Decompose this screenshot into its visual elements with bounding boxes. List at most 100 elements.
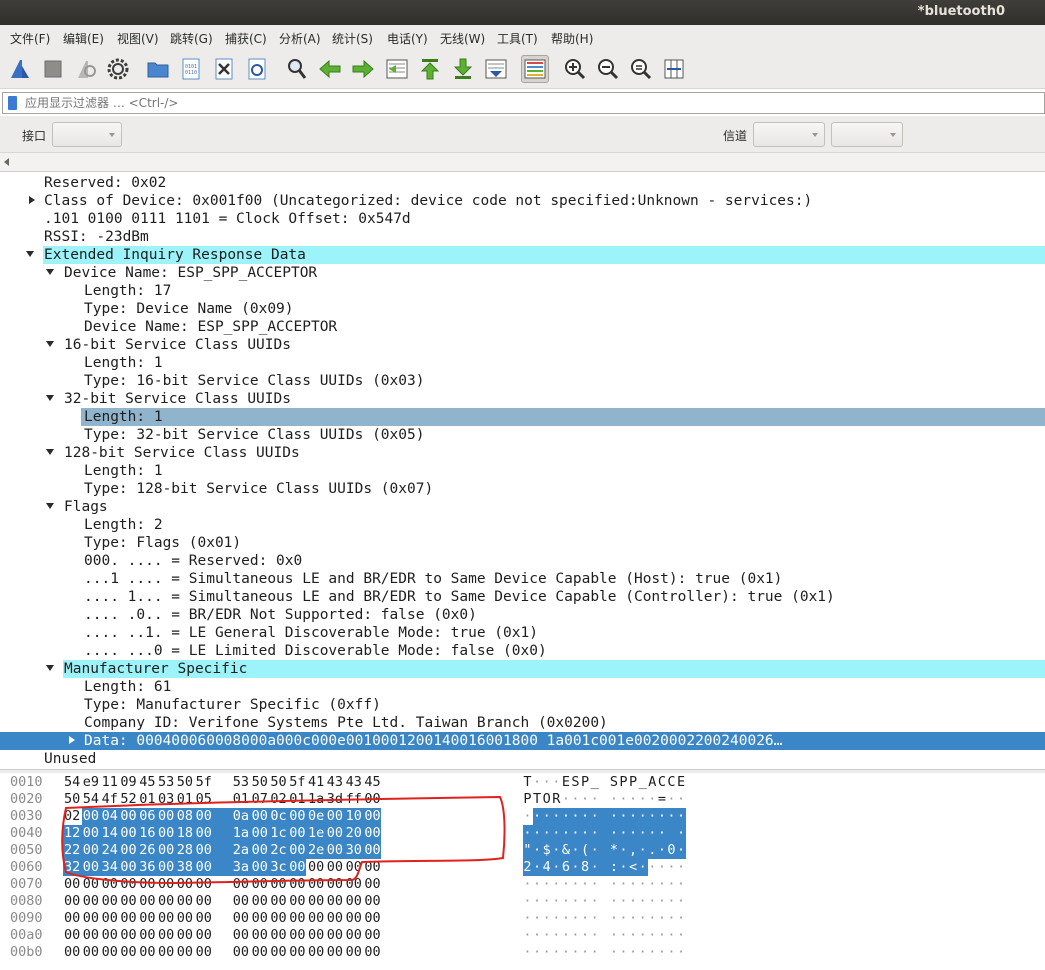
- menu-item[interactable]: 跳转(G): [170, 30, 213, 47]
- hex-byte[interactable]: 16: [139, 825, 157, 842]
- hex-byte[interactable]: 3a: [233, 859, 251, 876]
- ascii-char[interactable]: ·: [542, 944, 551, 961]
- hex-byte[interactable]: 00: [289, 944, 307, 961]
- hex-byte[interactable]: 00: [346, 876, 364, 893]
- hex-byte[interactable]: 53: [233, 774, 251, 791]
- ascii-char[interactable]: ·: [677, 859, 686, 876]
- tree-row[interactable]: Length: 1: [0, 354, 1045, 372]
- ascii-char[interactable]: ·: [561, 808, 570, 825]
- hex-byte[interactable]: 00: [327, 944, 345, 961]
- menu-item[interactable]: 统计(S): [332, 30, 373, 47]
- ascii-char[interactable]: ·: [629, 910, 638, 927]
- hex-byte[interactable]: 12: [64, 825, 82, 842]
- ascii-char[interactable]: ·: [629, 893, 638, 910]
- hex-byte[interactable]: 00: [308, 927, 326, 944]
- ascii-char[interactable]: ·: [667, 944, 676, 961]
- menu-item[interactable]: 分析(A): [279, 30, 321, 47]
- ascii-char[interactable]: P: [523, 791, 532, 808]
- ascii-char[interactable]: ·: [523, 910, 532, 927]
- ascii-char[interactable]: *: [609, 842, 618, 859]
- hex-row[interactable]: 0020 50 54 4f 52 01 03 01 05 01 07 02 01 1a 3d ff 00 P T O R…: [0, 791, 1045, 808]
- expanded-triangle-icon[interactable]: [46, 665, 54, 671]
- hex-byte[interactable]: 0a: [233, 808, 251, 825]
- hex-byte[interactable]: 00: [64, 927, 82, 944]
- hex-byte[interactable]: 00: [346, 859, 364, 876]
- hex-byte[interactable]: 2e: [308, 842, 326, 859]
- ascii-char[interactable]: ·: [619, 927, 628, 944]
- ascii-char[interactable]: 4: [542, 859, 551, 876]
- ascii-char[interactable]: ·: [590, 842, 599, 859]
- ascii-char[interactable]: ·: [523, 876, 532, 893]
- hex-byte[interactable]: 00: [139, 893, 157, 910]
- hex-byte[interactable]: 00: [289, 893, 307, 910]
- ascii-char[interactable]: ·: [667, 876, 676, 893]
- tree-row[interactable]: .... ..1. = LE General Discoverable Mode…: [0, 624, 1045, 642]
- ascii-char[interactable]: ·: [533, 842, 542, 859]
- hex-byte[interactable]: 00: [252, 859, 270, 876]
- ascii-char[interactable]: .: [648, 842, 657, 859]
- ascii-char[interactable]: ·: [629, 808, 638, 825]
- ascii-char[interactable]: ·: [638, 944, 647, 961]
- expanded-triangle-icon[interactable]: [46, 449, 54, 455]
- ascii-char[interactable]: <: [629, 859, 638, 876]
- ascii-char[interactable]: ·: [657, 944, 666, 961]
- ascii-char[interactable]: ·: [523, 944, 532, 961]
- ascii-char[interactable]: ·: [648, 893, 657, 910]
- ascii-char[interactable]: C: [657, 774, 666, 791]
- tree-row[interactable]: Device Name: ESP_SPP_ACCEPTOR: [0, 264, 1045, 282]
- ascii-char[interactable]: ·: [590, 808, 599, 825]
- hex-byte[interactable]: 11: [102, 774, 120, 791]
- zoom-in-icon[interactable]: [561, 55, 589, 83]
- hex-byte[interactable]: 00: [233, 944, 251, 961]
- tree-row[interactable]: Device Name: ESP_SPP_ACCEPTOR: [0, 318, 1045, 336]
- hex-byte[interactable]: 00: [364, 791, 382, 808]
- ascii-char[interactable]: T: [523, 774, 532, 791]
- ascii-char[interactable]: ·: [542, 927, 551, 944]
- hex-byte[interactable]: 00: [83, 944, 101, 961]
- last-packet-icon[interactable]: [449, 55, 477, 83]
- hex-byte[interactable]: 00: [177, 910, 195, 927]
- ascii-char[interactable]: [667, 825, 676, 842]
- hex-row[interactable]: 00a0 00 00 00 00 00 00 00 00 00 00 00 00 00 00 00 00 · · · ·…: [0, 927, 1045, 944]
- ascii-char[interactable]: ·: [619, 910, 628, 927]
- ascii-char[interactable]: ·: [590, 876, 599, 893]
- menu-item[interactable]: 帮助(H): [551, 30, 593, 47]
- filter-bookmark-icon[interactable]: [8, 96, 17, 110]
- tree-row[interactable]: Length: 2: [0, 516, 1045, 534]
- hex-byte[interactable]: 00: [270, 910, 288, 927]
- ascii-char[interactable]: _: [590, 774, 599, 791]
- hex-byte[interactable]: 2c: [270, 842, 288, 859]
- hex-byte[interactable]: 00: [289, 910, 307, 927]
- hex-byte[interactable]: 00: [327, 876, 345, 893]
- ascii-char[interactable]: ·: [533, 825, 542, 842]
- ascii-char[interactable]: P: [629, 774, 638, 791]
- ascii-char[interactable]: ·: [609, 944, 618, 961]
- ascii-char[interactable]: ·: [581, 876, 590, 893]
- ascii-char[interactable]: ·: [648, 859, 657, 876]
- tree-row[interactable]: Class of Device: 0x001f00 (Uncategorized…: [0, 192, 1045, 210]
- hex-byte[interactable]: ff: [346, 791, 364, 808]
- ascii-char[interactable]: ·: [677, 791, 686, 808]
- tree-row[interactable]: Type: 128-bit Service Class UUIDs (0x07): [0, 480, 1045, 498]
- hex-byte[interactable]: 20: [346, 825, 364, 842]
- ascii-char[interactable]: ·: [581, 910, 590, 927]
- hex-byte[interactable]: 00: [83, 859, 101, 876]
- hex-byte[interactable]: 00: [346, 927, 364, 944]
- hex-byte[interactable]: 00: [327, 910, 345, 927]
- save-file-icon[interactable]: 0101 0110: [177, 55, 205, 83]
- tree-row[interactable]: .... 1... = Simultaneous LE and BR/EDR t…: [0, 588, 1045, 606]
- ascii-char[interactable]: ·: [542, 876, 551, 893]
- ascii-char[interactable]: ·: [677, 808, 686, 825]
- hex-byte[interactable]: 00: [196, 927, 214, 944]
- hex-byte[interactable]: 00: [120, 825, 138, 842]
- hex-byte[interactable]: 0e: [308, 808, 326, 825]
- ascii-char[interactable]: ·: [619, 893, 628, 910]
- ascii-char[interactable]: ·: [523, 927, 532, 944]
- hex-byte[interactable]: 00: [83, 910, 101, 927]
- hex-byte[interactable]: 24: [102, 842, 120, 859]
- tree-row[interactable]: Reserved: 0x02: [0, 174, 1045, 192]
- tree-row[interactable]: Length: 17: [0, 282, 1045, 300]
- hex-byte[interactable]: 43: [327, 774, 345, 791]
- hex-byte[interactable]: 00: [364, 859, 382, 876]
- ascii-char[interactable]: ·: [629, 944, 638, 961]
